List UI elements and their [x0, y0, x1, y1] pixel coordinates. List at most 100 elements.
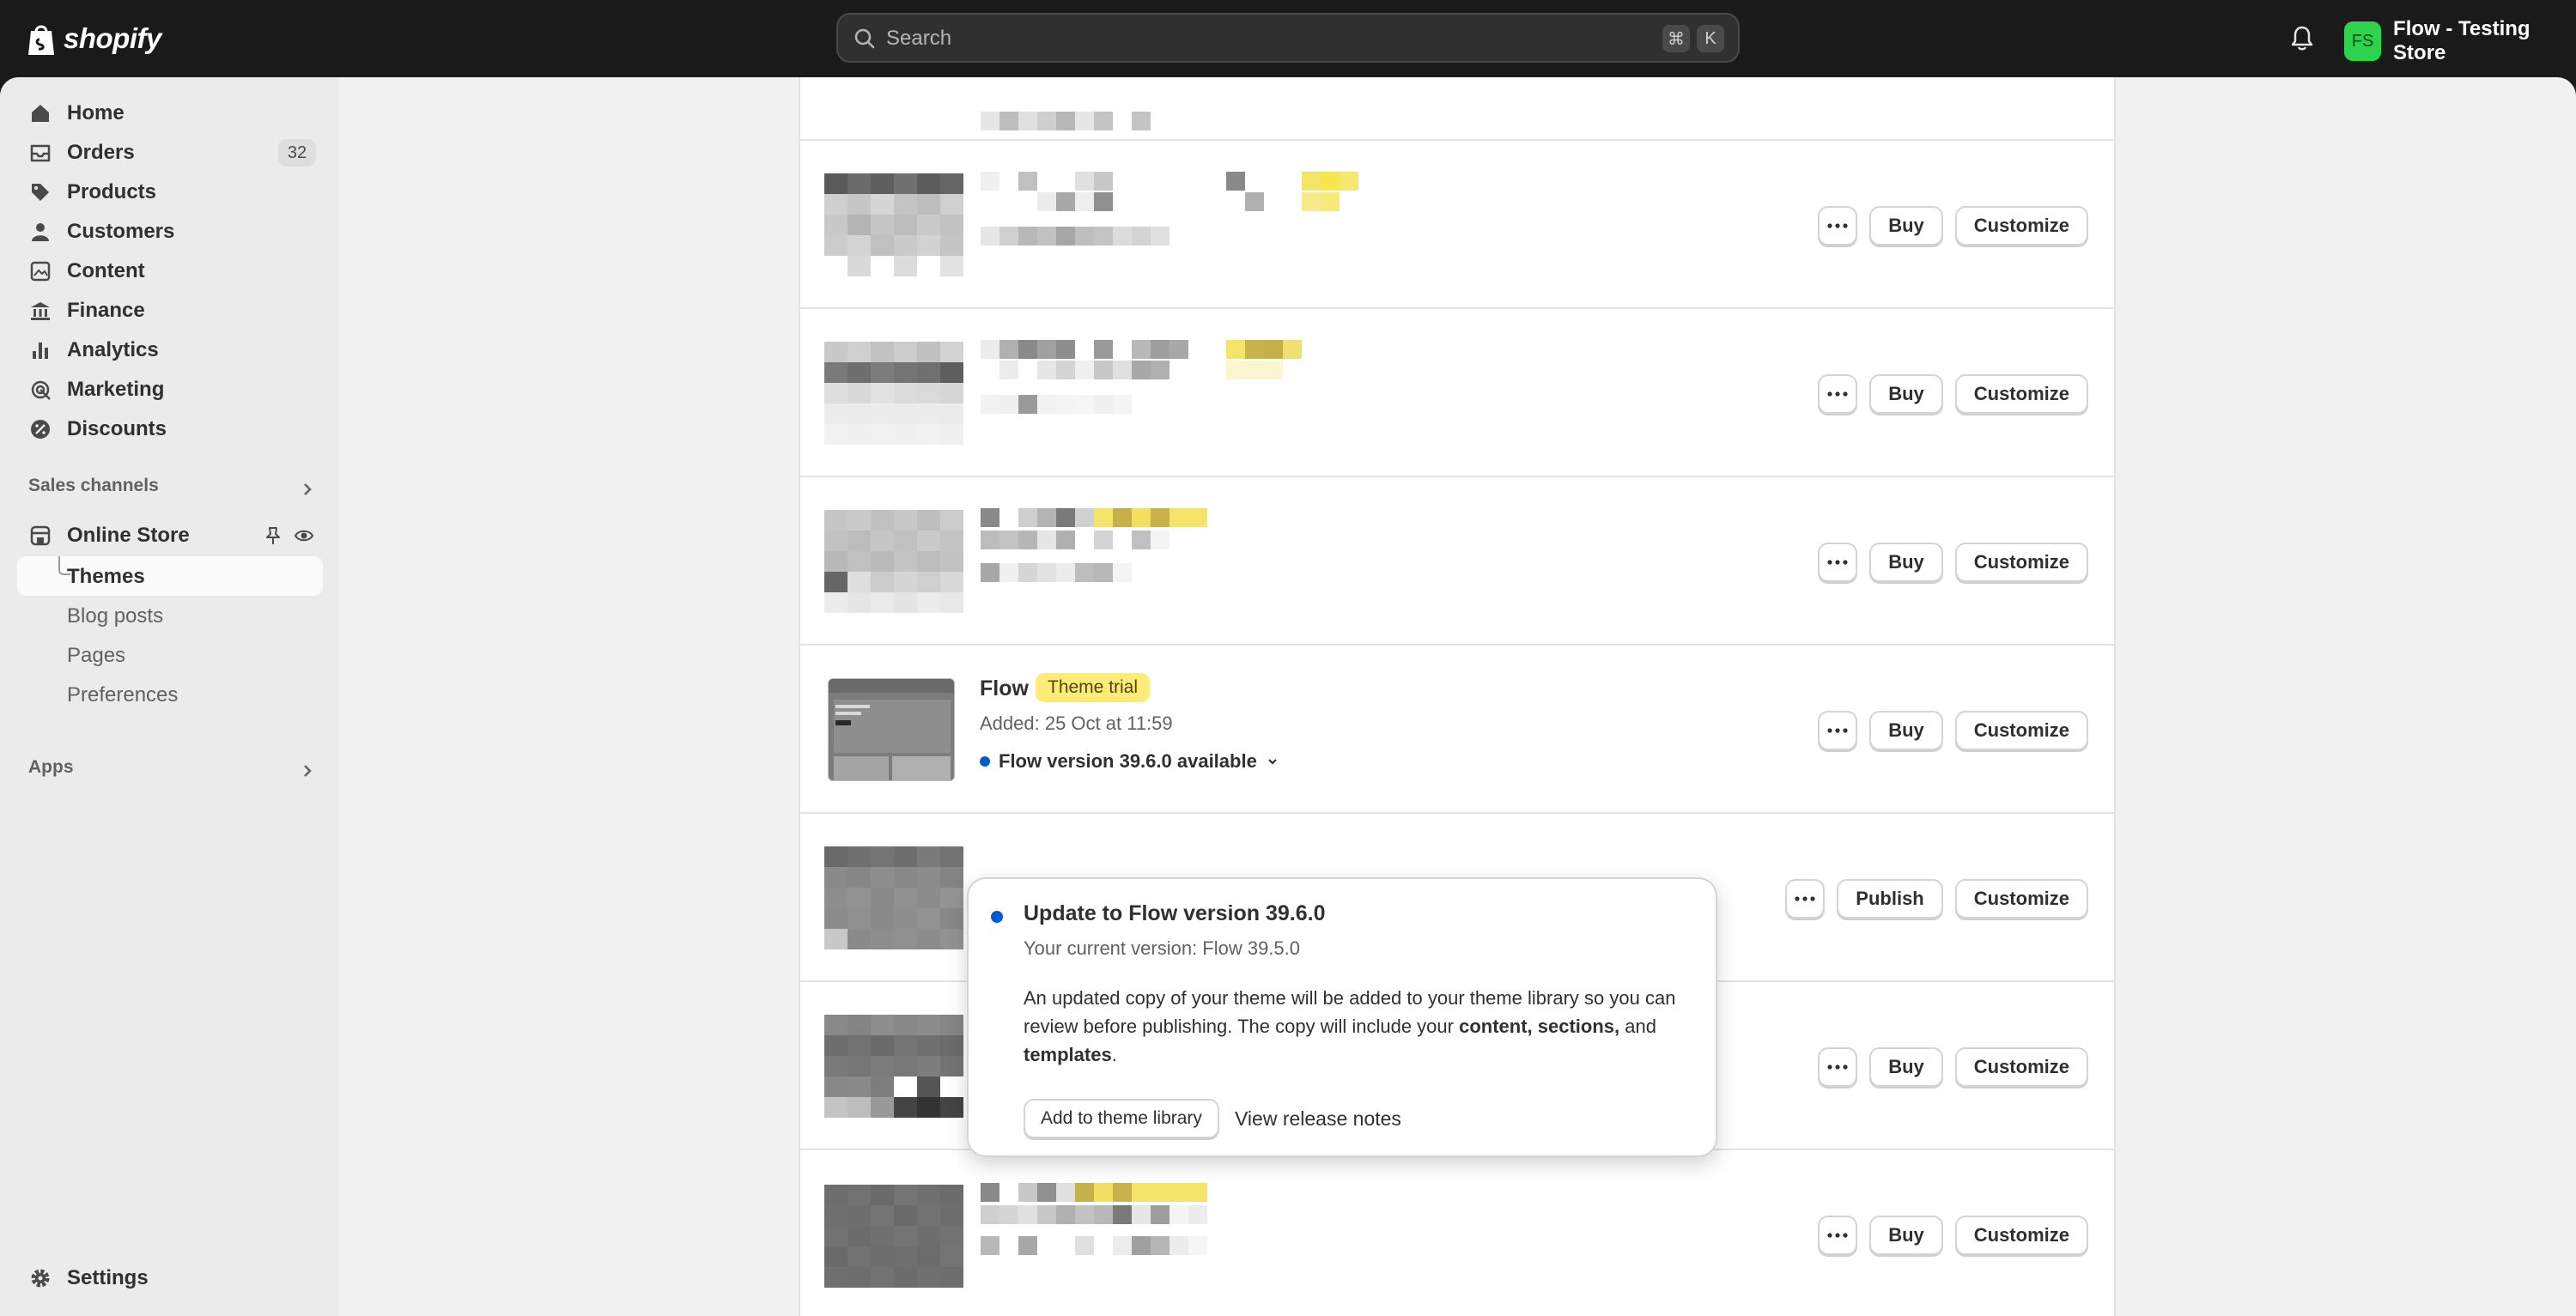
theme-row: Buy Customize	[800, 1150, 2114, 1316]
customize-button[interactable]: Customize	[1954, 374, 2088, 414]
more-actions-button[interactable]	[1818, 1047, 1858, 1087]
tag-icon	[32, 184, 49, 201]
theme-actions: Buy Customize	[1818, 206, 2088, 246]
buy-button[interactable]: Buy	[1869, 543, 1943, 582]
status-dot	[991, 911, 1003, 923]
notification-bell-icon[interactable]	[2289, 24, 2315, 52]
description-text: and	[1619, 1016, 1656, 1037]
buy-button[interactable]: Buy	[1869, 1216, 1943, 1255]
theme-thumbnail	[824, 1015, 963, 1118]
blurred-text	[981, 1183, 1207, 1202]
sidebar-item-label: Customers	[67, 220, 175, 243]
eye-icon[interactable]	[294, 525, 314, 546]
customize-button[interactable]: Customize	[1954, 711, 2088, 750]
blurred-text	[981, 563, 1132, 582]
buy-button[interactable]: Buy	[1869, 374, 1943, 414]
customize-button[interactable]: Customize	[1954, 879, 2088, 919]
blurred-text	[981, 508, 1207, 527]
sidebar-item-marketing[interactable]: Marketing	[17, 371, 323, 409]
pin-icon[interactable]	[263, 525, 283, 546]
more-actions-button[interactable]	[1818, 711, 1858, 750]
ellipsis-icon	[1795, 896, 1815, 901]
store-switcher[interactable]: FS Flow - Testing Store	[2344, 17, 2576, 65]
customize-button[interactable]: Customize	[1954, 543, 2088, 582]
theme-trial-badge: Theme trial	[1036, 673, 1151, 702]
popover-description: An updated copy of your theme will be ad…	[1024, 984, 1693, 1069]
sidebar-item-discounts[interactable]: Discounts	[17, 410, 323, 448]
customize-button[interactable]: Customize	[1954, 1216, 2088, 1255]
buy-button[interactable]: Buy	[1869, 1047, 1943, 1087]
more-actions-button[interactable]	[1818, 374, 1858, 414]
store-icon	[30, 525, 51, 546]
sidebar-item-preferences[interactable]: Preferences	[17, 675, 323, 714]
theme-row: Buy Customize	[800, 309, 2114, 477]
sidebar-item-home[interactable]: Home	[17, 94, 323, 132]
apps-heading[interactable]: Apps	[28, 757, 74, 778]
theme-row: Buy Customize	[800, 477, 2114, 646]
gear-icon	[31, 1269, 50, 1288]
publish-button[interactable]: Publish	[1837, 879, 1943, 919]
version-available-label: Flow version 39.6.0 available	[999, 750, 1257, 772]
more-actions-button[interactable]	[1785, 879, 1826, 919]
bar-chart-icon	[33, 343, 48, 359]
theme-actions: Buy Customize	[1818, 374, 2088, 414]
sidebar-item-content[interactable]: Content	[17, 252, 323, 290]
sidebar-item-settings[interactable]: Settings	[17, 1259, 323, 1297]
more-actions-button[interactable]	[1818, 1216, 1858, 1255]
description-bold-text: templates	[1024, 1044, 1112, 1065]
sidebar-item-label: Products	[67, 180, 157, 203]
sidebar-item-blog-posts[interactable]: Blog posts	[17, 596, 323, 635]
customize-button[interactable]: Customize	[1954, 206, 2088, 246]
sidebar-item-label: Blog posts	[67, 604, 164, 628]
sidebar-item-label: Orders	[67, 141, 135, 164]
shortcut-cmd-key: ⌘	[1662, 25, 1690, 52]
flow-theme-thumbnail[interactable]	[828, 678, 955, 781]
version-available-toggle[interactable]: Flow version 39.6.0 available	[980, 750, 1279, 773]
ellipsis-icon	[1827, 391, 1848, 397]
blurred-text	[981, 112, 1151, 130]
buy-button[interactable]: Buy	[1869, 206, 1943, 246]
sidebar-item-label: Settings	[67, 1266, 149, 1289]
sidebar-item-finance[interactable]: Finance	[17, 292, 323, 330]
sidebar-item-label: Preferences	[67, 683, 179, 707]
description-text: .	[1111, 1044, 1117, 1065]
chevron-down-icon	[1268, 759, 1277, 765]
home-icon	[32, 105, 49, 122]
sidebar-item-analytics[interactable]: Analytics	[17, 331, 323, 369]
view-release-notes-link[interactable]: View release notes	[1235, 1107, 1401, 1131]
more-actions-button[interactable]	[1818, 206, 1858, 246]
sidebar-item-label: Discounts	[67, 417, 167, 440]
chevron-right-icon[interactable]	[299, 481, 316, 498]
sidebar-item-orders[interactable]: Orders 32	[17, 134, 323, 172]
search-input[interactable]: Search ⌘ K	[836, 13, 1740, 63]
sidebar-item-label: Finance	[67, 299, 145, 322]
sidebar-item-pages[interactable]: Pages	[17, 635, 323, 675]
theme-thumbnail	[824, 77, 963, 125]
buy-button[interactable]: Buy	[1869, 711, 1943, 750]
blurred-text	[981, 531, 1170, 549]
theme-thumbnail	[824, 846, 963, 949]
shopify-logo[interactable]: shopify	[26, 19, 161, 58]
customize-button[interactable]: Customize	[1954, 1047, 2088, 1087]
chevron-right-icon[interactable]	[299, 762, 316, 779]
theme-actions: Buy Customize	[1818, 543, 2088, 582]
theme-row	[800, 77, 2114, 141]
more-actions-button[interactable]	[1818, 543, 1858, 582]
add-to-theme-library-button[interactable]: Add to theme library	[1024, 1099, 1219, 1138]
online-store-actions	[263, 525, 314, 546]
sales-channels-heading[interactable]: Sales channels	[28, 476, 159, 496]
sidebar-item-online-store[interactable]: Online Store	[17, 517, 323, 555]
theme-actions: Buy Customize	[1818, 1047, 2088, 1087]
sidebar-item-customers[interactable]: Customers	[17, 213, 323, 251]
sidebar-item-themes[interactable]: Themes	[17, 556, 323, 596]
theme-actions: Publish Customize	[1785, 879, 2088, 919]
shortcut-k-key: K	[1697, 25, 1724, 52]
status-dot	[980, 756, 990, 767]
blurred-text	[981, 227, 1170, 246]
theme-actions: Buy Customize	[1818, 1216, 2088, 1255]
sidebar-item-products[interactable]: Products	[17, 173, 323, 211]
sidebar-item-label: Home	[67, 101, 125, 124]
blurred-text	[981, 1205, 1207, 1224]
ellipsis-icon	[1827, 560, 1848, 565]
theme-added-date: Added: 25 Oct at 11:59	[980, 713, 1173, 734]
